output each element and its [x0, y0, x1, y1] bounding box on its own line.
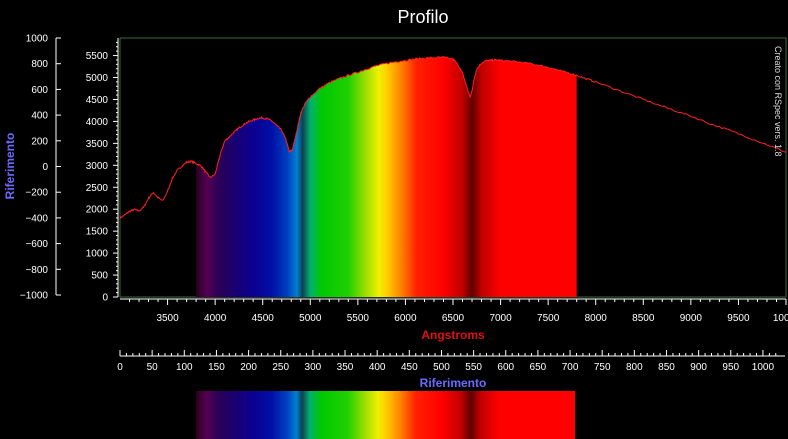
ref-axis-tick-label: 250: [272, 362, 289, 373]
y-axis-tick-label: 5000: [86, 73, 109, 84]
x-axis-tick-label: 8000: [585, 313, 608, 324]
x-axis-tick-label: 9500: [727, 313, 750, 324]
left-axis-tick-label: 200: [31, 136, 48, 147]
ref-axis-tick-label: 700: [562, 362, 579, 373]
y-axis-tick-label: 1500: [86, 227, 109, 238]
y-axis-tick-label: 4500: [86, 95, 109, 106]
left-axis-tick-label: 0: [42, 162, 48, 173]
y-axis-tick-label: 3500: [86, 139, 109, 150]
spectrum-strip: [196, 391, 575, 439]
left-axis-tick-label: 800: [31, 59, 48, 70]
left-axis-tick-label: −800: [25, 265, 48, 276]
ref-axis-tick-label: 500: [433, 362, 450, 373]
left-axis-tick-label: −1000: [20, 291, 49, 302]
y-axis-tick-label: 500: [91, 271, 108, 282]
x-axis-tick-label: 6500: [442, 313, 465, 324]
y-axis-tick-label: 5500: [86, 51, 109, 62]
x-axis-tick-label: 8500: [632, 313, 655, 324]
left-axis-tick-label: −600: [25, 239, 48, 250]
watermark: Creato con RSpec vers. 1.8: [773, 46, 783, 157]
ref-axis-tick-label: 900: [690, 362, 707, 373]
ref-axis-tick-label: 750: [594, 362, 611, 373]
ref-axis-tick-label: 600: [497, 362, 514, 373]
y-axis-tick-label: 1000: [86, 249, 109, 260]
ref-axis-tick-label: 200: [240, 362, 257, 373]
wavelength-axis: 3500 4000 4500 5000 5500 6000 6500 7000 7500 8000…: [120, 298, 788, 324]
x-axis-tick-label: 4500: [252, 313, 275, 324]
left-reference-axis: 1000 800 600 400 200 0 −200 −400 −600 −800 −1000: [20, 34, 61, 302]
ref-axis-tick-label: 100: [176, 362, 193, 373]
x-axis-tick-label: 4000: [204, 313, 227, 324]
ref-axis-tick-label: 300: [305, 362, 322, 373]
y-axis-tick-label: 0: [102, 293, 108, 304]
y-axis-tick-label: 2000: [86, 205, 109, 216]
x-axis-tick-label: 3500: [156, 313, 179, 324]
spectrum-fill: [196, 56, 577, 297]
ref-axis-tick-label: 50: [147, 362, 159, 373]
ref-axis-tick-label: 350: [337, 362, 354, 373]
left-axis-tick-label: −200: [25, 188, 48, 199]
x-axis-tick-label: 6000: [394, 313, 417, 324]
ref-axis-tick-label: 550: [465, 362, 482, 373]
x-axis-label: Angstroms: [421, 328, 485, 342]
ref-axis-tick-label: 0: [117, 362, 123, 373]
spectrum-chart: Profilo 10008006004002000−200−400−600−80…: [3, 7, 788, 439]
ref-axis-tick-label: 450: [401, 362, 418, 373]
left-axis-tick-label: 400: [31, 111, 48, 122]
x-axis-tick-label: 5500: [347, 313, 370, 324]
x-axis-tick-label: 9000: [680, 313, 703, 324]
ref-axis-tick-label: 400: [369, 362, 386, 373]
chart-title: Profilo: [397, 7, 448, 27]
y-axis-tick-label: 2500: [86, 183, 109, 194]
ref-axis-tick-label: 850: [658, 362, 675, 373]
y-axis-tick-label: 3000: [86, 161, 109, 172]
left-axis-tick-label: −400: [25, 213, 48, 224]
x-axis-tick-label: 7500: [537, 313, 560, 324]
reference-axis-label: Riferimento: [420, 376, 487, 390]
ref-axis-tick-label: 650: [530, 362, 547, 373]
intensity-axis: 0 500 1000 1500 2000 2500 3000 3500 4000 4500 5000…: [86, 38, 119, 304]
ref-axis-tick-label: 1000: [752, 362, 775, 373]
y-axis-tick-label: 4000: [86, 117, 109, 128]
left-axis-label: Riferimento: [3, 133, 17, 200]
x-axis-tick-label: 5000: [299, 313, 322, 324]
reference-axis: 0 50 100 150 200 250 300 350 400 450 500 550 600 650 7…: [117, 350, 785, 373]
ref-axis-tick-label: 950: [722, 362, 739, 373]
x-axis-tick-label: 7000: [489, 313, 512, 324]
x-axis-tick-label: 1000: [773, 313, 788, 324]
left-axis-tick-label: 600: [31, 85, 48, 96]
ref-axis-tick-label: 800: [626, 362, 643, 373]
left-axis-tick-label: 1000: [26, 34, 49, 45]
ref-axis-tick-label: 150: [208, 362, 225, 373]
